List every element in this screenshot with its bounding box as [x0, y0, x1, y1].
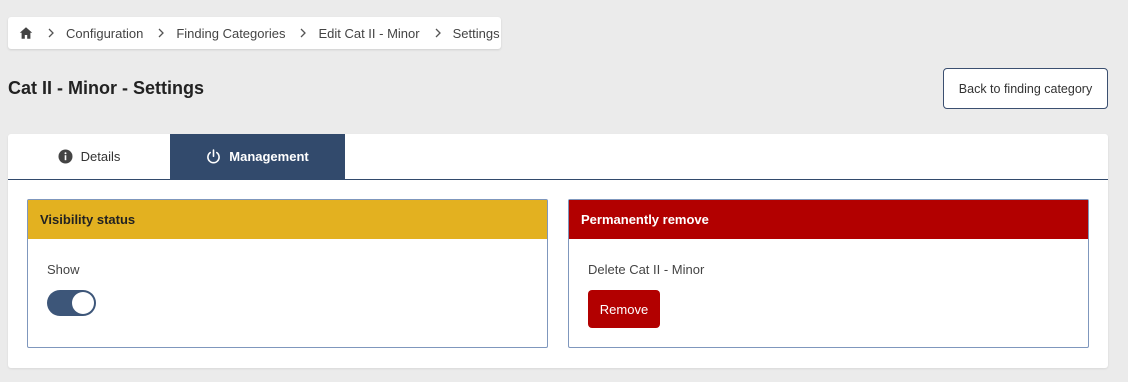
breadcrumb-settings: Settings [452, 25, 500, 41]
tab-management-label: Management [229, 149, 309, 164]
info-icon [58, 149, 73, 164]
chevron-right-icon [299, 28, 307, 38]
back-to-category-button[interactable]: Back to finding category [943, 68, 1108, 109]
tab-details-label: Details [80, 149, 121, 164]
breadcrumb: Configuration Finding Categories Edit Ca… [8, 17, 501, 49]
visibility-status-card: Visibility status Show [27, 199, 548, 348]
delete-description: Delete Cat II - Minor [588, 262, 705, 277]
breadcrumb-edit-category[interactable]: Edit Cat II - Minor [318, 26, 419, 41]
chevron-right-icon [434, 28, 442, 38]
show-label: Show [47, 262, 80, 277]
chevron-right-icon [47, 28, 55, 38]
toggle-knob [72, 292, 94, 314]
tab-management[interactable]: Management [170, 134, 345, 179]
home-icon[interactable] [19, 26, 33, 40]
tab-details[interactable]: Details [8, 134, 170, 179]
show-toggle[interactable] [47, 290, 96, 316]
chevron-right-icon [157, 28, 165, 38]
remove-button[interactable]: Remove [588, 290, 660, 328]
permanently-remove-header: Permanently remove [569, 200, 1088, 239]
page-title: Cat II - Minor - Settings [8, 78, 204, 98]
breadcrumb-configuration[interactable]: Configuration [66, 26, 143, 41]
breadcrumb-finding-categories[interactable]: Finding Categories [176, 26, 285, 41]
permanently-remove-card: Permanently remove Delete Cat II - Minor… [568, 199, 1089, 348]
tab-bar: Details Management [8, 134, 1108, 180]
visibility-status-header: Visibility status [28, 200, 547, 239]
power-icon [206, 149, 221, 164]
settings-panel: Details Management Visibility status Sho… [8, 134, 1108, 368]
